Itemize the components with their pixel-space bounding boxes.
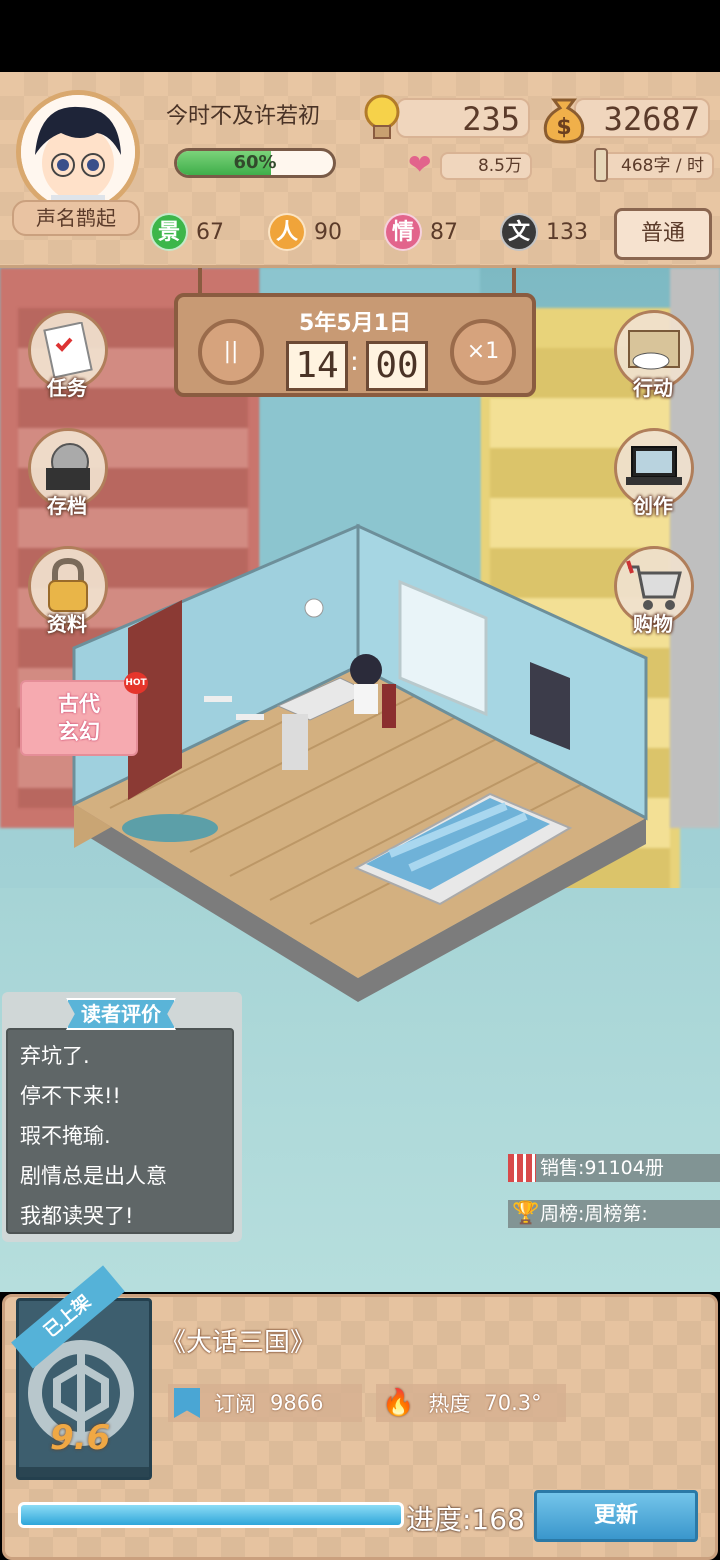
money-count: 32687 bbox=[574, 98, 710, 138]
update-progress-bar bbox=[18, 1502, 404, 1528]
pause-icon: || bbox=[223, 339, 239, 364]
player-avatar[interactable] bbox=[16, 90, 140, 214]
trophy-icon: 🏆 bbox=[512, 1201, 540, 1226]
writing-speed: 468字 / 时 bbox=[596, 152, 714, 180]
review-item: 我都读哭了! bbox=[20, 1204, 134, 1228]
fans-count: 8.5万 bbox=[440, 152, 532, 180]
game-screen: 声名鹊起 今时不及许若初 60% 235 32687 $ 8.5万 ❤ 468字… bbox=[0, 0, 720, 1560]
action-label: 行动 bbox=[633, 376, 673, 400]
clock-hour: 14 bbox=[286, 341, 348, 391]
level-progress-text: 60% bbox=[233, 152, 277, 173]
character-attr-badge: 人 bbox=[268, 213, 306, 251]
attribute-emotion: 情 87 bbox=[384, 212, 458, 252]
heat-stat: 🔥 热度 70.3° bbox=[376, 1384, 566, 1422]
hot-badge: HOT bbox=[124, 672, 148, 694]
character-attr-value: 90 bbox=[314, 219, 342, 245]
clock-minute: 00 bbox=[366, 341, 428, 391]
sales-text: 销售:91104册 bbox=[540, 1157, 664, 1179]
lightbulb-icon bbox=[360, 92, 404, 144]
subscription-value: 9866 bbox=[270, 1391, 324, 1415]
shop-label: 购物 bbox=[633, 612, 673, 636]
inspiration-count: 235 bbox=[396, 98, 530, 138]
genre-tag[interactable]: 古代 玄幻 bbox=[20, 680, 138, 756]
weekly-rank-text: 周榜:周榜第: bbox=[540, 1203, 648, 1225]
speed-label: ×1 bbox=[466, 339, 500, 364]
level-progress-bar: 60% bbox=[174, 148, 336, 178]
reviews-title: 读者评价 bbox=[66, 998, 176, 1030]
svg-text:$: $ bbox=[556, 115, 571, 140]
emotion-attr-badge: 情 bbox=[384, 213, 422, 251]
review-item: 剧情总是出人意 bbox=[20, 1164, 167, 1188]
update-button[interactable]: 更新 bbox=[534, 1490, 698, 1542]
writing-attr-value: 133 bbox=[546, 219, 588, 245]
flame-icon: 🔥 bbox=[382, 1388, 415, 1418]
review-item: 停不下来!! bbox=[20, 1084, 121, 1108]
genre-line-1: 古代 bbox=[58, 692, 100, 716]
heat-value: 70.3° bbox=[484, 1391, 542, 1415]
scene-attr-value: 67 bbox=[196, 219, 224, 245]
isometric-room bbox=[72, 523, 648, 1002]
review-item: 弃坑了. bbox=[20, 1044, 90, 1068]
emotion-attr-value: 87 bbox=[430, 219, 458, 245]
subscription-label: 订阅 bbox=[214, 1392, 256, 1416]
weekly-rank-info: 周榜:周榜第: bbox=[508, 1200, 720, 1228]
money-bag-icon: $ bbox=[540, 90, 588, 144]
scroll-icon bbox=[594, 148, 608, 182]
sales-info: 销售:91104册 bbox=[508, 1154, 720, 1182]
genre-line-2: 玄幻 bbox=[58, 720, 100, 744]
game-clock-panel: 5年5月1日 || 14 : 00 ×1 bbox=[174, 293, 536, 397]
avatar-portrait-icon bbox=[21, 95, 135, 209]
info-label: 资料 bbox=[47, 612, 87, 636]
hearts-icon: ❤ bbox=[408, 148, 432, 181]
attribute-writing: 文 133 bbox=[500, 212, 588, 252]
subscription-stat: 订阅 9866 bbox=[168, 1384, 362, 1422]
create-label: 创作 bbox=[633, 494, 673, 518]
scene-attr-badge: 景 bbox=[150, 213, 188, 251]
book-score: 9.6 bbox=[50, 1418, 111, 1458]
difficulty-mode-button[interactable]: 普通 bbox=[614, 208, 712, 260]
speed-button[interactable]: ×1 bbox=[450, 319, 516, 385]
username: 今时不及许若初 bbox=[166, 104, 321, 129]
clock-colon: : bbox=[350, 347, 359, 377]
tasks-label: 任务 bbox=[47, 376, 87, 400]
review-item: 瑕不掩瑜. bbox=[20, 1124, 111, 1148]
update-progress-text: 进度:168 bbox=[406, 1503, 525, 1536]
pause-button[interactable]: || bbox=[198, 319, 264, 385]
heat-label: 热度 bbox=[428, 1392, 471, 1416]
books-stack-icon bbox=[508, 1154, 536, 1182]
attribute-character: 人 90 bbox=[268, 212, 342, 252]
book-title: 《大话三国》 bbox=[160, 1328, 317, 1358]
writing-attr-badge: 文 bbox=[500, 213, 538, 251]
reviews-list: 弃坑了. 停不下来!! 瑕不掩瑜. 剧情总是出人意 我都读哭了! bbox=[6, 1028, 234, 1234]
title-badge: 声名鹊起 bbox=[12, 200, 140, 236]
attribute-scene: 景 67 bbox=[150, 212, 224, 252]
bookmark-plus-icon bbox=[174, 1388, 200, 1418]
save-label: 存档 bbox=[47, 494, 87, 518]
